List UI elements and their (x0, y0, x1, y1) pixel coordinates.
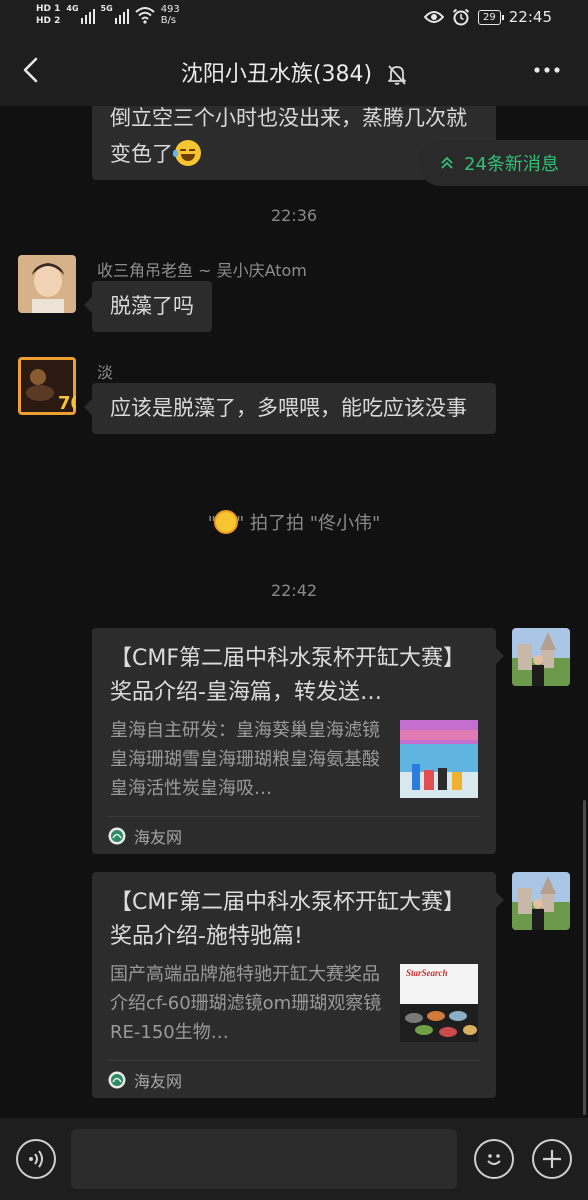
avatar[interactable]: 70 (18, 357, 76, 415)
avatar-photo (512, 872, 570, 930)
source-logo-icon (108, 827, 126, 844)
my-avatar[interactable] (512, 628, 570, 686)
timestamp: 22:42 (270, 581, 318, 600)
emoji-button[interactable] (474, 1139, 514, 1179)
hd-indicators: HD 1 HD 2 (36, 4, 60, 26)
sun-emoji-icon (216, 512, 236, 532)
speed-unit: B/s (160, 15, 177, 26)
system-message-prefix: " (207, 513, 216, 534)
more-functions-button[interactable] (532, 1139, 572, 1179)
voice-icon (29, 1150, 43, 1168)
network-speed: 493 B/s (161, 4, 180, 26)
clock: 22:45 (508, 8, 552, 26)
link-card-description: 国产高端品牌施特驰开缸大赛奖品介绍cf-60珊瑚滤镜om珊瑚观察镜RE-150生… (110, 964, 382, 1043)
speed-value: 493 (160, 4, 180, 15)
eye-icon (424, 11, 445, 23)
link-card-source: 海友网 (108, 1060, 480, 1098)
hd1-label: HD 1 (36, 4, 61, 14)
battery-icon: 29 (478, 9, 504, 25)
timestamp: 22:36 (270, 206, 318, 225)
sender-name: 淡 (97, 363, 114, 382)
new-messages-label: 24条新消息 (464, 154, 559, 175)
message-text: 应该是脱藻了，多喂喂，能吃应该没事 (110, 396, 467, 420)
chat-title: 沈阳小丑水族(384) (180, 62, 373, 87)
laughing-tears-emoji-icon (173, 140, 201, 166)
hd2-label: HD 2 (36, 16, 61, 26)
my-avatar[interactable] (512, 872, 570, 930)
chat-title-wrap: 沈阳小丑水族(384) (0, 56, 588, 88)
message-bubble[interactable]: 应该是脱藻了，多喂喂，能吃应该没事 (84, 383, 496, 434)
scrollbar[interactable] (583, 800, 586, 1115)
link-card-source: 海友网 (108, 816, 480, 854)
avatar-photo (18, 255, 76, 313)
source-name: 海友网 (134, 827, 183, 847)
sender-name: 收三角吊老鱼 ~ 吴小庆Atom (97, 261, 307, 280)
link-card-title: 【CMF第二届中科水泵杯开缸大赛】奖品介绍-皇海篇，转发送… (110, 646, 465, 705)
svg-text:70: 70 (58, 393, 76, 414)
source-name: 海友网 (134, 1071, 183, 1091)
avatar[interactable] (18, 255, 76, 313)
plus-icon (543, 1150, 561, 1168)
system-message-text: " 拍了拍 "佟小伟" (236, 513, 381, 534)
link-card-description: 皇海自主研发：皇海葵巢皇海滤镜皇海珊瑚雪皇海珊瑚粮皇海氨基酸皇海活性炭皇海吸… (110, 720, 380, 799)
input-bar (0, 1118, 588, 1200)
link-card-title: 【CMF第二届中科水泵杯开缸大赛】奖品介绍-施特驰篇! (110, 890, 465, 949)
message-input[interactable] (71, 1129, 457, 1189)
signal-4g-icon: 4G (66, 4, 95, 24)
double-chevron-up-icon (441, 156, 453, 169)
signal-5g-icon: 5G (101, 4, 129, 24)
new-messages-button[interactable]: 24条新消息 (418, 140, 588, 186)
link-card[interactable]: 【CMF第二届中科水泵杯开缸大赛】奖品介绍-施特驰篇! 国产高端品牌施特驰开缸大… (92, 872, 504, 1098)
system-message: " " 拍了拍 "佟小伟" (0, 509, 588, 535)
net1-label: 4G (66, 4, 79, 13)
link-card-thumbnail: StarSearch (400, 964, 478, 1042)
more-dots-icon[interactable] (532, 60, 562, 80)
voice-input-button[interactable] (16, 1139, 56, 1179)
bell-off-icon (388, 65, 406, 85)
smiley-icon (487, 1154, 501, 1165)
avatar-photo (512, 628, 570, 686)
avatar-image: 70 (18, 357, 76, 415)
net2-label: 5G (100, 4, 113, 13)
link-card[interactable]: 【CMF第二届中科水泵杯开缸大赛】奖品介绍-皇海篇，转发送… 皇海自主研发：皇海… (92, 628, 504, 854)
chat-header: 沈阳小丑水族(384) (0, 36, 588, 106)
wifi-icon (135, 7, 155, 24)
alarm-icon (452, 8, 470, 26)
message-text: 倒立空三个小时也没出来，蒸腾几次就变色了 (110, 106, 467, 166)
source-logo-icon (108, 1071, 126, 1088)
link-card-thumbnail (400, 720, 478, 798)
message-bubble[interactable]: 脱藻了吗 (84, 281, 212, 332)
message-text: 脱藻了吗 (110, 294, 194, 318)
chat-messages[interactable]: 倒立空三个小时也没出来，蒸腾几次就变色了 24条新消息 22:36 收三角吊老鱼… (0, 106, 588, 1118)
status-bar: HD 1 HD 2 4G 5G 493 B/s 29 22:45 (0, 0, 588, 36)
